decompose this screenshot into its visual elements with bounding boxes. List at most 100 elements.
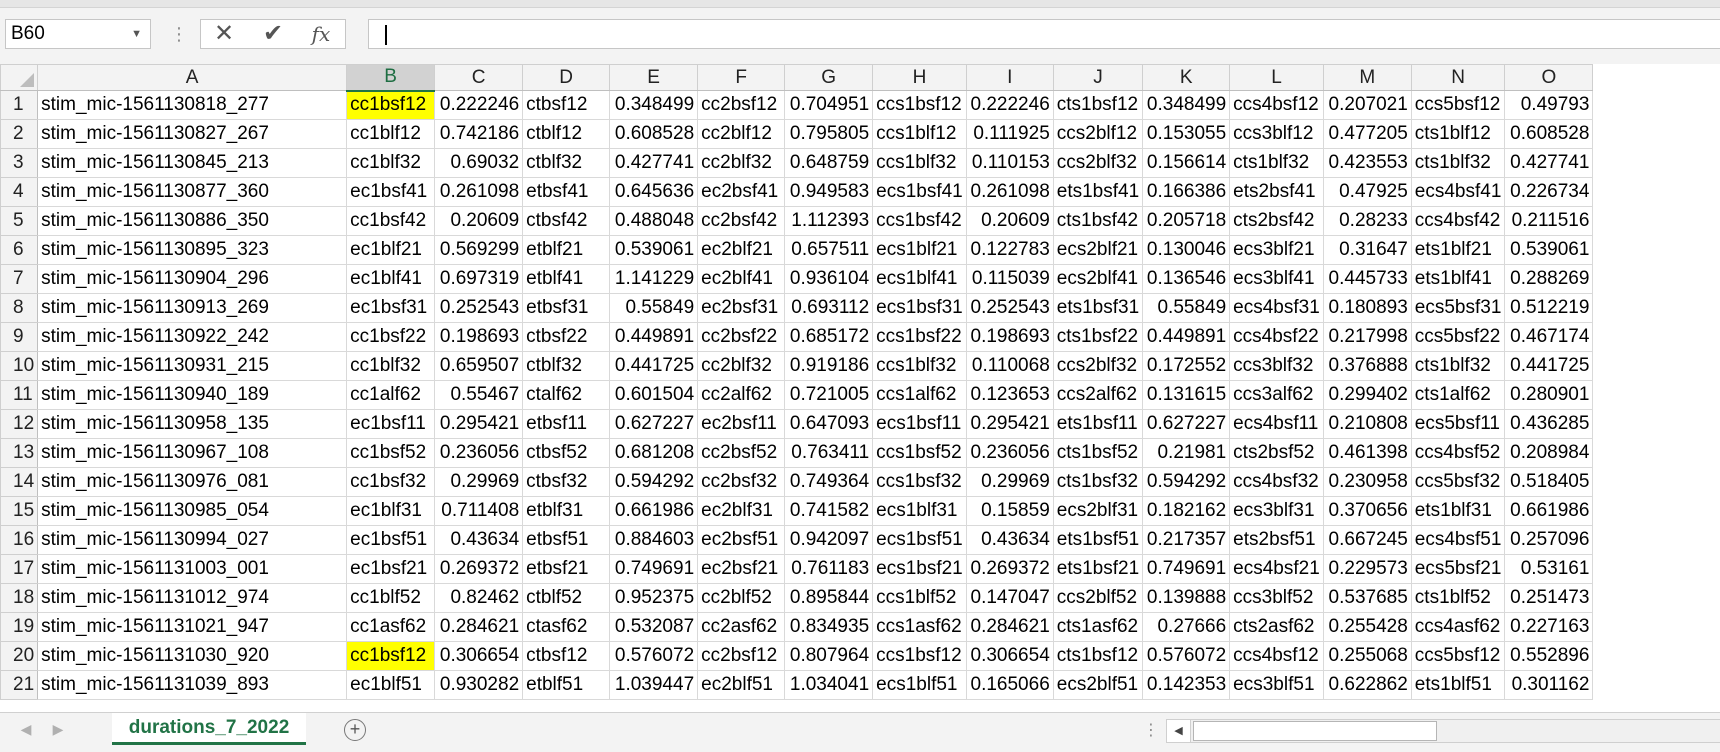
cell-n[interactable]: cts1alf62 — [1410, 380, 1506, 410]
cell-l[interactable]: ccs3alf62 — [1229, 380, 1324, 410]
cell-d[interactable]: ctbsf52 — [522, 438, 611, 468]
cell-i[interactable]: 0.123653 — [965, 380, 1054, 410]
cell-e[interactable]: 0.952375 — [609, 583, 699, 613]
cell-h[interactable]: ccs1bsf42 — [872, 206, 967, 236]
cell-m[interactable]: 0.370656 — [1322, 496, 1412, 526]
cell-f[interactable]: cc2bsf22 — [697, 322, 786, 352]
cell-k[interactable]: 0.153055 — [1142, 119, 1231, 149]
cell-c[interactable]: 0.711408 — [434, 496, 524, 526]
column-header-m[interactable]: M — [1322, 64, 1412, 91]
more-vertical-icon[interactable]: ⋮ — [1143, 720, 1159, 740]
cell-m[interactable]: 0.255068 — [1322, 641, 1412, 671]
cell-g[interactable]: 0.741582 — [784, 496, 874, 526]
cell-b[interactable]: cc1blf32 — [346, 148, 436, 178]
cell-l[interactable]: ccs4bsf12 — [1229, 90, 1324, 120]
row-header[interactable]: 7 — [0, 264, 39, 294]
cell-d[interactable]: ctblf32 — [522, 148, 611, 178]
cell-d[interactable]: etblf31 — [522, 496, 611, 526]
cell-d[interactable]: etbsf21 — [522, 554, 611, 584]
name-box[interactable]: B60 ▼ — [5, 19, 151, 49]
cell-e[interactable]: 0.441725 — [609, 351, 699, 381]
scrollbar-thumb[interactable] — [1193, 721, 1437, 741]
cell-m[interactable]: 0.445733 — [1322, 264, 1412, 294]
column-header-d[interactable]: D — [522, 64, 611, 91]
cell-i[interactable]: 0.284621 — [965, 612, 1054, 642]
cell-e[interactable]: 0.488048 — [609, 206, 699, 236]
cell-n[interactable]: ccs5bsf12 — [1410, 641, 1506, 671]
cell-l[interactable]: cts2bsf42 — [1229, 206, 1324, 236]
cell-i[interactable]: 0.236056 — [965, 438, 1054, 468]
cell-b[interactable]: ec1bsf51 — [346, 525, 436, 555]
cell-a[interactable]: stim_mic-1561130985_054 — [37, 496, 348, 526]
cell-b[interactable]: ec1blf51 — [346, 670, 436, 700]
cell-h[interactable]: ecs1blf51 — [872, 670, 967, 700]
cell-l[interactable]: ccs3blf12 — [1229, 119, 1324, 149]
cell-n[interactable]: cts1blf32 — [1410, 351, 1506, 381]
cell-o[interactable]: 0.53161 — [1504, 554, 1594, 584]
cell-f[interactable]: cc2bsf52 — [697, 438, 786, 468]
cell-m[interactable]: 0.31647 — [1322, 235, 1412, 265]
cell-l[interactable]: cts1blf32 — [1229, 148, 1324, 178]
cell-f[interactable]: cc2bsf42 — [697, 206, 786, 236]
cell-b[interactable]: ec1bsf41 — [346, 177, 436, 207]
cell-g[interactable]: 0.704951 — [784, 90, 874, 120]
cell-h[interactable]: ccs1alf62 — [872, 380, 967, 410]
cell-k[interactable]: 0.576072 — [1142, 641, 1231, 671]
cell-o[interactable]: 0.257096 — [1504, 525, 1594, 555]
cell-e[interactable]: 0.645636 — [609, 177, 699, 207]
cell-b[interactable]: cc1bsf12 — [346, 641, 436, 671]
row-header[interactable]: 10 — [0, 351, 39, 381]
cell-h[interactable]: ecs1blf31 — [872, 496, 967, 526]
cell-c[interactable]: 0.269372 — [434, 554, 524, 584]
cell-f[interactable]: ec2bsf11 — [697, 409, 786, 439]
cell-g[interactable]: 0.761183 — [784, 554, 874, 584]
cell-g[interactable]: 0.685172 — [784, 322, 874, 352]
cell-k[interactable]: 0.139888 — [1142, 583, 1231, 613]
cell-i[interactable]: 0.252543 — [965, 293, 1054, 323]
cell-a[interactable]: stim_mic-1561130886_350 — [37, 206, 348, 236]
column-header-e[interactable]: E — [609, 64, 699, 91]
cell-j[interactable]: ets1bsf21 — [1052, 554, 1144, 584]
more-vertical-icon[interactable]: ⋮ — [170, 22, 188, 48]
cell-l[interactable]: ecs3blf51 — [1229, 670, 1324, 700]
cell-a[interactable]: stim_mic-1561130976_081 — [37, 467, 348, 497]
cell-n[interactable]: ccs4asf62 — [1410, 612, 1506, 642]
cell-f[interactable]: ec2bsf41 — [697, 177, 786, 207]
cell-i[interactable]: 0.115039 — [965, 264, 1054, 294]
cell-g[interactable]: 0.749364 — [784, 467, 874, 497]
cell-g[interactable]: 0.949583 — [784, 177, 874, 207]
cell-d[interactable]: ctbsf32 — [522, 467, 611, 497]
cell-a[interactable]: stim_mic-1561130895_323 — [37, 235, 348, 265]
cell-m[interactable]: 0.217998 — [1322, 322, 1412, 352]
scroll-tabs-left-icon[interactable]: ◀ — [14, 721, 38, 738]
insert-function-button[interactable]: fx — [301, 20, 341, 48]
cell-k[interactable]: 0.21981 — [1142, 438, 1231, 468]
cell-o[interactable]: 0.436285 — [1504, 409, 1594, 439]
cell-d[interactable]: etbsf41 — [522, 177, 611, 207]
cell-d[interactable]: etblf41 — [522, 264, 611, 294]
cell-h[interactable]: ccs1blf32 — [872, 351, 967, 381]
cell-k[interactable]: 0.217357 — [1142, 525, 1231, 555]
cell-d[interactable]: ctbsf12 — [522, 641, 611, 671]
cell-i[interactable]: 0.111925 — [965, 119, 1054, 149]
cell-d[interactable]: etbsf31 — [522, 293, 611, 323]
cell-f[interactable]: cc2blf52 — [697, 583, 786, 613]
column-header-k[interactable]: K — [1142, 64, 1231, 91]
cell-d[interactable]: ctbsf12 — [522, 90, 611, 120]
cell-o[interactable]: 0.608528 — [1504, 119, 1594, 149]
cell-j[interactable]: cts1bsf52 — [1052, 438, 1144, 468]
row-header[interactable]: 16 — [0, 525, 39, 555]
cell-j[interactable]: cts1bsf32 — [1052, 467, 1144, 497]
cell-e[interactable]: 0.681208 — [609, 438, 699, 468]
cell-h[interactable]: ecs1blf41 — [872, 264, 967, 294]
cell-c[interactable]: 0.29969 — [434, 467, 524, 497]
cell-a[interactable]: stim_mic-1561130877_360 — [37, 177, 348, 207]
cell-c[interactable]: 0.20609 — [434, 206, 524, 236]
cell-a[interactable]: stim_mic-1561131003_001 — [37, 554, 348, 584]
cell-o[interactable]: 0.49793 — [1504, 90, 1594, 120]
cell-f[interactable]: ec2blf41 — [697, 264, 786, 294]
cell-m[interactable]: 0.537685 — [1322, 583, 1412, 613]
add-sheet-plus-icon[interactable]: + — [344, 719, 366, 741]
cell-b[interactable]: cc1bsf22 — [346, 322, 436, 352]
row-header[interactable]: 11 — [0, 380, 39, 410]
